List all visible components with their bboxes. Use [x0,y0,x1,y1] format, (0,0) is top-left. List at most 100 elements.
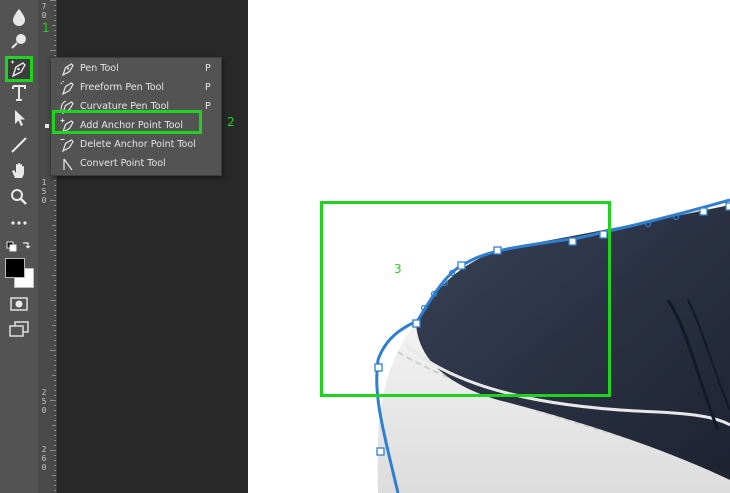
edit-toolbar[interactable] [6,212,32,234]
ruler-tick [54,480,56,481]
menu-item-shortcut: P [205,63,211,74]
ruler-tick [52,275,56,276]
screen-mode[interactable] [6,318,32,340]
menu-item-label: Delete Anchor Point Tool [80,139,196,150]
ruler-tick [54,415,56,416]
ruler-tick [50,350,56,351]
type-icon [12,85,26,101]
callout-box-canvas-region [320,201,611,397]
ruler-tick [50,0,56,1]
menu-item-label: Freeform Pen Tool [80,82,165,93]
ruler-tick [54,440,56,441]
ruler-tick [54,265,56,266]
ruler-tick [54,255,56,256]
ruler-tick [54,460,56,461]
ruler-tick [54,15,56,16]
pen-icon [11,60,26,78]
ruler-tick [54,435,56,436]
arrow-icon [15,110,25,126]
pen-tool[interactable] [5,56,33,82]
path-selection-tool[interactable] [6,107,32,129]
ruler-tick [54,430,56,431]
convert-point-icon [63,158,73,171]
ruler-label: 0 [41,11,47,20]
delete-anchor-point-icon [60,139,74,153]
quick-mask-icon [10,297,28,311]
blur-tool[interactable] [6,6,32,28]
ruler-tick [54,390,56,391]
type-tool[interactable] [6,82,32,104]
ruler-tick [54,220,56,221]
ruler-tick [54,190,56,191]
ruler-tick [54,465,56,466]
ruler-label: 1 [41,178,47,187]
foreground-color-swatch[interactable] [5,258,25,278]
ruler-label: 5 [41,187,47,196]
menu-item-freeform-pen-tool[interactable]: Freeform Pen Tool P [51,78,221,97]
ruler-tick [54,290,56,291]
dodge-tool[interactable] [6,30,32,52]
magnifier-icon [11,189,27,205]
ruler-tick [54,410,56,411]
menu-item-delete-anchor-point-tool[interactable]: Delete Anchor Point Tool [51,135,221,154]
ruler-tick [54,235,56,236]
ruler-tick [50,400,56,401]
callout-box-add-anchor [52,110,202,134]
ruler-tick [54,35,56,36]
ruler-tick [54,315,56,316]
ruler-tick [54,180,56,181]
freeform-pen-icon [60,81,74,96]
ruler-label: 0 [41,463,47,472]
ruler-tick [54,185,56,186]
ruler-tick [54,330,56,331]
ruler-tick [54,280,56,281]
ruler-tick [54,360,56,361]
ruler-label: 6 [41,454,47,463]
ruler-tick [54,270,56,271]
line-tool[interactable] [6,134,32,156]
ruler-tick [50,200,56,201]
ellipsis-icon [11,221,27,225]
menu-item-shortcut: P [205,101,211,112]
ruler-tick [54,285,56,286]
pen-icon [61,63,74,77]
zoom-tool[interactable] [6,186,32,208]
ruler-tick [54,5,56,6]
ruler-tick [54,420,56,421]
quick-mask[interactable] [6,293,32,315]
ruler-tick [54,455,56,456]
ruler-tick [50,300,56,301]
ruler-tick [54,260,56,261]
menu-item-label: Convert Point Tool [80,158,166,169]
ruler-tick [54,195,56,196]
ruler-tick [54,470,56,471]
ruler-tick [54,405,56,406]
ruler-tick [54,55,56,56]
ruler-tick [54,395,56,396]
ruler-tick [54,365,56,366]
menu-item-pen-tool[interactable]: Pen Tool P [51,59,221,78]
ruler-tick [54,205,56,206]
ruler-tick [54,485,56,486]
ruler-tick [54,340,56,341]
ruler-tick [54,490,56,491]
menu-item-convert-point-tool[interactable]: Convert Point Tool [51,154,221,173]
default-colors[interactable] [6,236,32,258]
ruler-label: 7 [41,2,47,11]
ruler-tick [52,375,56,376]
ruler-tick [54,445,56,446]
water-drop-icon [13,9,25,26]
ruler-tick [54,355,56,356]
ruler-tick [54,30,56,31]
tools-panel [0,0,39,493]
ruler-tick [52,425,56,426]
ruler-tick [54,20,56,21]
hand-tool[interactable] [6,160,32,182]
menu-item-label: Pen Tool [80,63,119,74]
ruler-label: 0 [41,406,47,415]
ruler-tick [54,310,56,311]
ruler-tick [54,295,56,296]
ruler-tick [50,50,56,51]
ruler-tick [52,225,56,226]
screen-mode-icon [9,321,29,337]
